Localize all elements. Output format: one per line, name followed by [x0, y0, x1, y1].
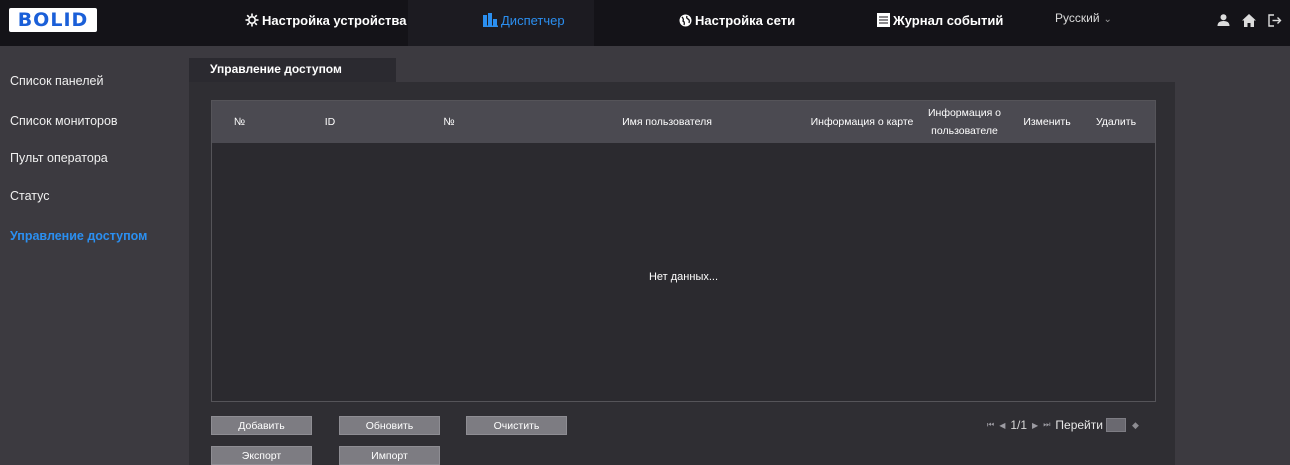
nav-event-log[interactable]: Журнал событий	[877, 9, 1003, 31]
chevron-down-icon: ⌄	[1103, 14, 1112, 25]
sidebar-item-panel-list[interactable]: Список панелей	[10, 74, 103, 88]
language-select[interactable]: Русский ⌄	[1055, 11, 1112, 25]
export-button[interactable]: Экспорт	[211, 446, 312, 465]
first-page-icon[interactable]: ⏮	[987, 420, 994, 430]
column-header-username: Имя пользователя	[622, 116, 712, 128]
sidebar-item-access-control[interactable]: Управление доступом	[10, 229, 147, 243]
nav-dispatcher[interactable]: Диспетчер	[483, 9, 565, 31]
nav-label: Журнал событий	[893, 12, 1004, 28]
home-icon[interactable]	[1242, 13, 1256, 27]
tab-access-control[interactable]: Управление доступом	[189, 58, 396, 82]
prev-page-icon[interactable]: ◀	[999, 421, 1005, 430]
user-icon[interactable]	[1216, 13, 1230, 27]
logo-text: BOLID	[17, 9, 89, 31]
app-window: BOLID Настройка устройства Диспетчер Нас…	[0, 0, 1290, 465]
users-table: № ID № Имя пользователя Информация о кар…	[211, 100, 1156, 402]
gear-cross-icon	[245, 13, 259, 27]
add-button[interactable]: Добавить	[211, 416, 312, 435]
column-header-id: ID	[324, 116, 336, 128]
goto-page-input[interactable]	[1105, 418, 1126, 432]
nav-label: Диспетчер	[501, 12, 565, 28]
nav-label: Настройка сети	[695, 12, 796, 28]
nav-label: Настройка устройства	[262, 12, 407, 28]
sidebar-item-monitor-list[interactable]: Список мониторов	[10, 114, 118, 128]
column-header-edit: Изменить	[1023, 116, 1071, 128]
column-header-number: №	[233, 116, 246, 128]
sidebar-item-status[interactable]: Статус	[10, 189, 50, 203]
top-navigation-bar: BOLID Настройка устройства Диспетчер Нас…	[0, 0, 1290, 46]
last-page-icon[interactable]: ⏭	[1043, 420, 1050, 430]
sidebar-item-operator-console[interactable]: Пульт оператора	[10, 151, 108, 165]
pagination: ⏮ ◀ 1/1 ▶ ⏭ Перейти ◆	[987, 416, 1139, 434]
table-header: № ID № Имя пользователя Информация о кар…	[212, 101, 1155, 143]
nav-network-settings[interactable]: Настройка сети	[679, 9, 795, 31]
buildings-icon	[483, 13, 498, 27]
import-button[interactable]: Импорт	[339, 446, 440, 465]
refresh-button[interactable]: Обновить	[339, 416, 440, 435]
clear-button[interactable]: Очистить	[466, 416, 567, 435]
goto-label: Перейти	[1055, 418, 1103, 432]
empty-table-message: Нет данных...	[648, 271, 719, 283]
logout-icon[interactable]	[1268, 13, 1282, 27]
next-page-icon[interactable]: ▶	[1032, 421, 1038, 430]
globe-icon	[679, 14, 692, 27]
column-header-number-2: №	[443, 116, 455, 128]
goto-confirm-icon[interactable]: ◆	[1132, 420, 1139, 431]
bolid-logo: BOLID	[9, 8, 97, 32]
nav-device-settings[interactable]: Настройка устройства	[245, 9, 406, 31]
column-header-delete: Удалить	[1095, 116, 1137, 128]
language-value: Русский	[1055, 11, 1100, 25]
page-indicator: 1/1	[1010, 418, 1028, 432]
column-header-user-info: Информация о пользователе	[927, 107, 1002, 137]
log-book-icon	[877, 13, 890, 27]
